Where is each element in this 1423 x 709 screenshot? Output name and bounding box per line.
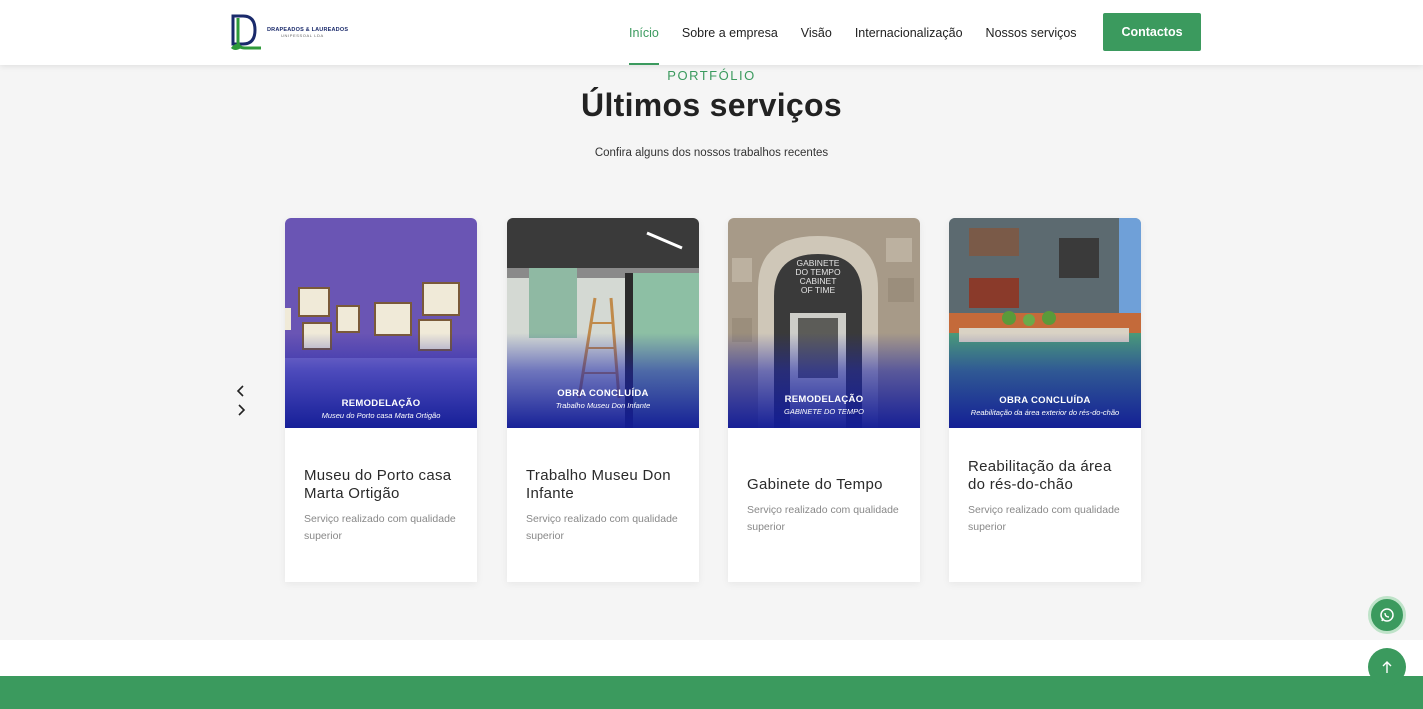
card-description: Serviço realizado com qualidade superior <box>968 504 1120 533</box>
card-title: Museu do Porto casa Marta Ortigão <box>304 467 452 502</box>
card-title: Trabalho Museu Don Infante <box>526 467 671 502</box>
chevron-right-icon <box>238 404 246 416</box>
whatsapp-icon <box>1380 608 1394 622</box>
card-overlay-subtitle: Reabilitação da área exterior do rés-do-… <box>970 408 1120 417</box>
nav-item-internacionalizacao[interactable]: Internacionalização <box>855 0 963 65</box>
logo-subtitle: UNIPESSOAL LDA <box>281 32 324 38</box>
portfolio-card[interactable]: OBRA CONCLUÍDA Reabilitação da área exte… <box>949 218 1141 582</box>
card-image: OBRA CONCLUÍDA Trabalho Museu Don Infant… <box>507 218 699 428</box>
card-overlay-subtitle: Trabalho Museu Don Infante <box>555 401 651 410</box>
carousel-next-button[interactable] <box>234 403 248 417</box>
card-image: REMODELAÇÃO Museu do Porto casa Marta Or… <box>285 218 477 428</box>
nav-item-visao[interactable]: Visão <box>801 0 832 65</box>
whatsapp-button[interactable] <box>1368 596 1406 634</box>
card-image: OBRA CONCLUÍDA Reabilitação da área exte… <box>949 218 1141 428</box>
card-tag: REMODELAÇÃO <box>341 398 421 409</box>
card-tag: OBRA CONCLUÍDA <box>557 388 649 399</box>
nav-item-nossos-servicos[interactable]: Nossos serviços <box>986 0 1077 65</box>
logo-mark-icon <box>231 14 261 50</box>
section-subtitle: Confira alguns dos nossos trabalhos rece… <box>594 147 829 159</box>
portfolio-section: PORTFÓLIO Últimos serviços Confira algun… <box>0 65 1423 640</box>
nav-item-sobre-a-empresa[interactable]: Sobre a empresa <box>682 0 778 65</box>
card-overlay-subtitle: Museu do Porto casa Marta Ortigão <box>321 411 441 420</box>
portfolio-card[interactable]: GABINETE DO TEMPO CABINET OF TIME REMODE… <box>728 218 920 582</box>
section-title: Últimos serviços <box>581 87 842 123</box>
back-to-top-button[interactable] <box>1368 648 1406 686</box>
portfolio-card[interactable]: REMODELAÇÃO Museu do Porto casa Marta Or… <box>285 218 477 582</box>
carousel-prev-button[interactable] <box>234 384 248 398</box>
sign-line-4: OF TIME <box>801 285 836 295</box>
footer-band <box>0 676 1423 709</box>
card-image: GABINETE DO TEMPO CABINET OF TIME REMODE… <box>728 218 920 428</box>
logo[interactable]: DRAPEADOS & LAUREADOS UNIPESSOAL LDA <box>229 12 349 52</box>
card-tag: REMODELAÇÃO <box>784 394 864 405</box>
section-eyebrow: PORTFÓLIO <box>667 68 756 83</box>
contactos-button[interactable]: Contactos <box>1103 13 1201 51</box>
card-description: Serviço realizado com qualidade superior <box>304 513 456 542</box>
card-description: Serviço realizado com qualidade superior <box>747 504 899 533</box>
site-header: DRAPEADOS & LAUREADOS UNIPESSOAL LDA Iní… <box>0 0 1423 65</box>
card-title: Gabinete do Tempo <box>747 476 883 493</box>
main-nav: Início Sobre a empresa Visão Internacion… <box>629 0 1100 65</box>
card-title: Reabilitação da área do rés-do-chão <box>968 458 1112 493</box>
chevron-left-icon <box>236 385 244 397</box>
nav-item-inicio[interactable]: Início <box>629 0 659 65</box>
card-tag: OBRA CONCLUÍDA <box>999 395 1091 406</box>
arrow-up-icon <box>1382 661 1392 673</box>
card-overlay-subtitle: GABINETE DO TEMPO <box>783 407 864 416</box>
portfolio-card[interactable]: OBRA CONCLUÍDA Trabalho Museu Don Infant… <box>507 218 699 582</box>
card-description: Serviço realizado com qualidade superior <box>526 513 678 542</box>
